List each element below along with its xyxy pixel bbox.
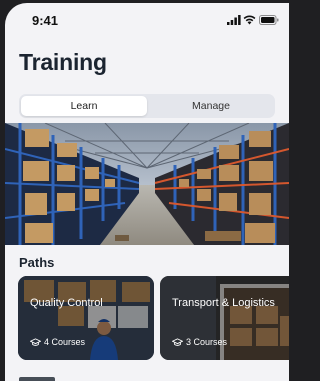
- card-title: Transport & Logistics: [172, 297, 275, 309]
- card-count-label: 4 Courses: [44, 337, 86, 347]
- path-card-transport-logistics[interactable]: Transport & Logistics 3 Courses: [160, 276, 289, 360]
- cellular-signal-icon: [227, 15, 241, 25]
- page-title: Training: [19, 49, 107, 75]
- paths-heading: Paths: [19, 255, 55, 270]
- graduation-cap-icon: [172, 337, 183, 346]
- battery-icon: [259, 15, 279, 25]
- tab-manage[interactable]: Manage: [149, 96, 273, 116]
- card-course-count: 4 Courses: [30, 337, 85, 347]
- card-count-label: 3 Courses: [186, 337, 228, 347]
- path-card-quality-control[interactable]: Quality Control 4 Courses: [18, 276, 154, 360]
- wifi-icon: [243, 15, 256, 25]
- app-screen: 9:41 Training Learn Manage Paths Quality…: [5, 3, 289, 381]
- card-title: Quality Control: [30, 297, 103, 309]
- quality-control-image: [18, 276, 154, 360]
- tab-learn[interactable]: Learn: [21, 96, 147, 116]
- card-course-count: 3 Courses: [172, 337, 227, 347]
- segmented-control: Learn Manage: [19, 94, 275, 118]
- status-time: 9:41: [32, 13, 59, 28]
- status-bar: 9:41: [5, 3, 289, 39]
- transport-logistics-image: [160, 276, 289, 360]
- next-section-heading-partial: [19, 377, 55, 381]
- graduation-cap-icon: [30, 337, 41, 346]
- warehouse-hero-image: [5, 123, 289, 245]
